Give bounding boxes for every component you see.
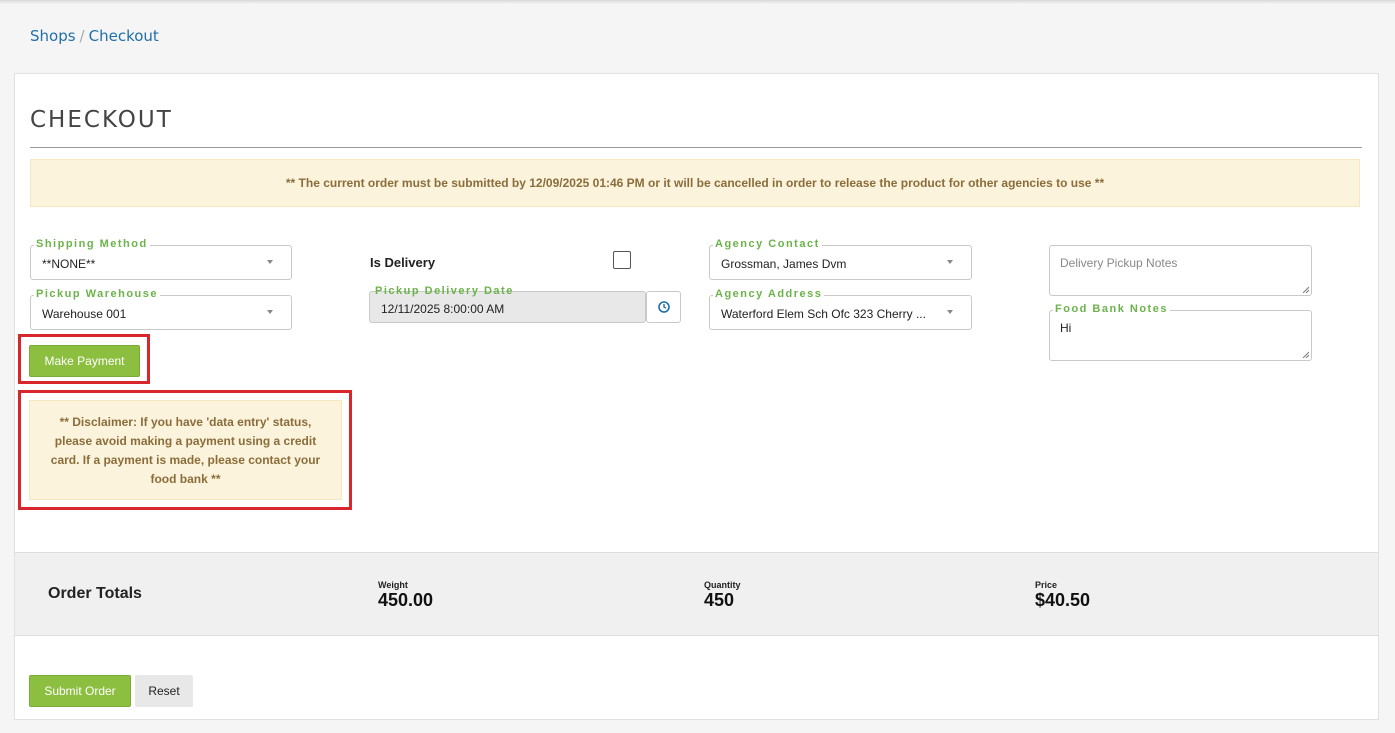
is-delivery-checkbox[interactable]	[613, 251, 631, 269]
food-bank-notes-textarea[interactable]: Hi	[1049, 310, 1312, 361]
pickup-warehouse-select[interactable]: Warehouse 001	[30, 295, 292, 330]
shipping-method-select[interactable]: **NONE**	[30, 245, 292, 280]
top-shadow	[0, 0, 1395, 4]
breadcrumb: Shops / Checkout	[30, 27, 159, 45]
reset-button[interactable]: Reset	[135, 675, 193, 707]
shipping-method-value: **NONE**	[42, 257, 96, 271]
breadcrumb-separator: /	[79, 27, 85, 45]
is-delivery-label: Is Delivery	[370, 255, 436, 270]
agency-contact-value: Grossman, James Dvm	[721, 257, 847, 271]
breadcrumb-shops-link[interactable]: Shops	[30, 27, 76, 45]
weight-label: Weight	[378, 580, 408, 590]
breadcrumb-checkout-link[interactable]: Checkout	[89, 27, 159, 45]
make-payment-button[interactable]: Make Payment	[29, 345, 140, 377]
page-title: CHECKOUT	[30, 107, 173, 133]
price-value: $40.50	[1035, 590, 1091, 610]
food-bank-notes-label: Food Bank Notes	[1053, 303, 1170, 315]
delivery-pickup-notes-placeholder: Delivery Pickup Notes	[1060, 256, 1178, 270]
agency-contact-select[interactable]: Grossman, James Dvm	[709, 245, 972, 280]
checkout-panel: CHECKOUT ** The current order must be su…	[14, 73, 1379, 720]
quantity-value: 450	[704, 590, 735, 610]
chevron-down-icon	[947, 310, 953, 314]
chevron-down-icon	[947, 260, 953, 264]
date-picker-button[interactable]	[646, 291, 681, 323]
resize-handle-icon[interactable]	[1302, 351, 1309, 358]
agency-contact-label: Agency Contact	[713, 238, 822, 250]
chevron-down-icon	[267, 310, 273, 314]
submit-order-button[interactable]: Submit Order	[29, 675, 131, 707]
order-totals-bar: Order Totals Weight 450.00 Quantity 450 …	[15, 552, 1378, 636]
weight-value: 450.00	[378, 590, 434, 610]
delivery-pickup-notes-textarea[interactable]: Delivery Pickup Notes	[1049, 245, 1312, 296]
agency-address-select[interactable]: Waterford Elem Sch Ofc 323 Cherry ...	[709, 295, 972, 330]
pickup-warehouse-value: Warehouse 001	[42, 307, 127, 321]
food-bank-notes-value: Hi	[1060, 321, 1072, 335]
agency-address-label: Agency Address	[713, 288, 825, 300]
order-totals-heading: Order Totals	[48, 585, 142, 602]
pickup-warehouse-label: Pickup Warehouse	[34, 288, 161, 300]
chevron-down-icon	[267, 260, 273, 264]
price-label: Price	[1035, 580, 1058, 590]
shipping-method-label: Shipping Method	[34, 238, 150, 250]
payment-disclaimer: ** Disclaimer: If you have 'data entry' …	[29, 400, 342, 500]
pickup-delivery-date-value: 12/11/2025 8:00:00 AM	[381, 302, 505, 316]
quantity-label: Quantity	[704, 580, 741, 590]
submission-deadline-alert: ** The current order must be submitted b…	[30, 159, 1360, 207]
pickup-delivery-date-label: Pickup Delivery Date	[375, 285, 514, 297]
agency-address-value: Waterford Elem Sch Ofc 323 Cherry ...	[721, 307, 926, 321]
clock-icon	[658, 301, 670, 313]
resize-handle-icon[interactable]	[1302, 286, 1309, 293]
title-divider	[30, 147, 1362, 148]
